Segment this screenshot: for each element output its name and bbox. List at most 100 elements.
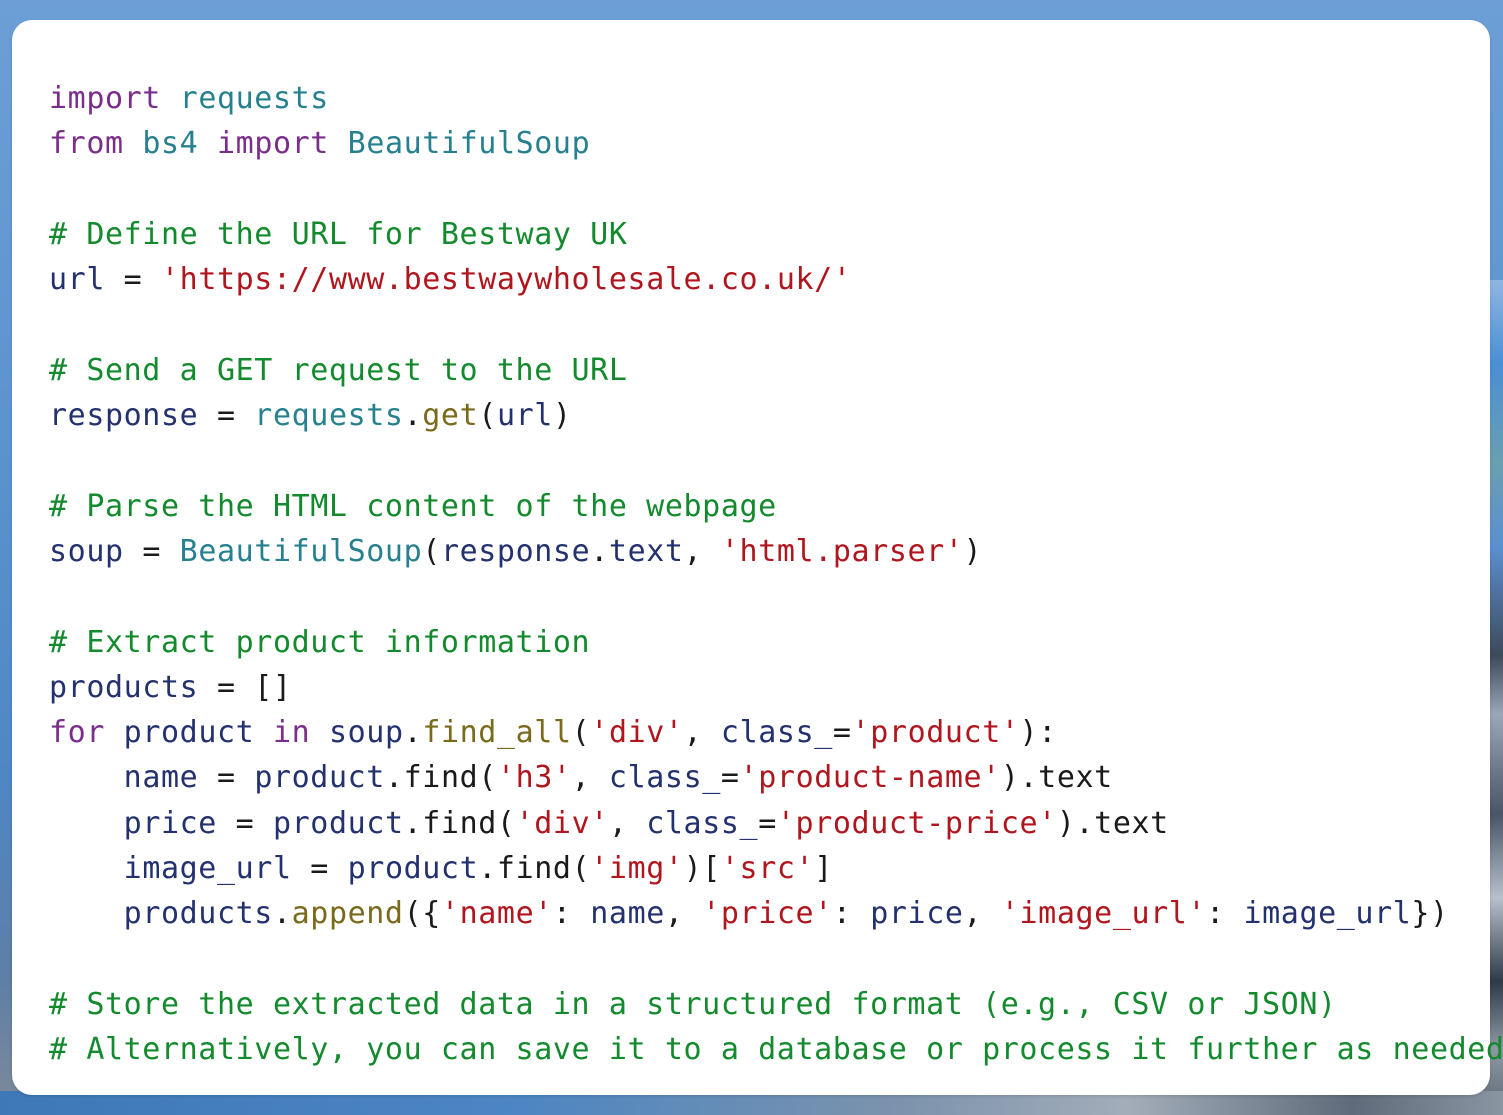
- code-snippet-card: import requests from bs4 import Beautiful…: [12, 20, 1503, 1095]
- code-token-string-literal: 'src': [720, 851, 815, 887]
- code-token-module-name: requests: [254, 398, 404, 434]
- code-token-keyword: from: [49, 126, 124, 162]
- code-line: for product in soup.find_all('div', clas…: [49, 710, 1503, 755]
- code-line: from bs4 import BeautifulSoup: [49, 121, 1503, 166]
- code-token-punctuation: .: [403, 398, 423, 434]
- code-line: # Parse the HTML content of the webpage: [49, 484, 1503, 529]
- code-line: price = product.find('div', class_='prod…: [49, 801, 1503, 846]
- code-token-identifier: class_: [720, 715, 833, 751]
- code-token-string-literal: 'https://www.bestwaywholesale.co.uk/': [161, 262, 852, 298]
- code-token-punctuation: ({: [403, 896, 441, 932]
- code-token-punctuation: :: [552, 896, 591, 932]
- code-token-identifier: soup: [328, 715, 404, 751]
- code-line: # Extract product information: [49, 620, 1503, 665]
- code-token-punctuation: =: [758, 805, 777, 841]
- code-token-string-literal: 'div': [590, 715, 684, 751]
- code-line: import requests: [49, 76, 1503, 121]
- code-token-punctuation: [198, 126, 217, 161]
- code-token-punctuation: ,: [608, 805, 647, 841]
- code-token-punctuation: [49, 851, 124, 886]
- code-token-identifier: class_: [608, 760, 721, 796]
- code-line: response = requests.get(url): [49, 393, 1503, 438]
- code-token-comment: # Extract product information: [49, 624, 591, 660]
- code-token-keyword: import: [49, 81, 161, 116]
- code-token-identifier: products: [49, 669, 199, 705]
- code-line: # Define the URL for Bestway UK: [49, 212, 1503, 257]
- code-token-punctuation: ]: [814, 851, 833, 887]
- code-token-identifier: url: [496, 398, 553, 434]
- code-token-punctuation: ):: [1019, 715, 1057, 751]
- code-token-punctuation: ,: [664, 896, 703, 932]
- code-token-identifier: name: [123, 760, 199, 796]
- code-token-string-literal: 'img': [590, 851, 684, 887]
- code-token-identifier: class_: [646, 805, 759, 841]
- code-line: soup = BeautifulSoup(response.text, 'htm…: [49, 529, 1503, 574]
- code-line: # Alternatively, you can save it to a da…: [49, 1027, 1503, 1072]
- code-token-punctuation: ): [552, 398, 572, 434]
- code-token-module-name: bs4: [142, 126, 199, 162]
- code-token-punctuation: :: [832, 896, 871, 932]
- code-token-punctuation: .: [590, 533, 609, 569]
- code-token-module-name: BeautifulSoup: [179, 533, 423, 569]
- code-token-punctuation: .find(: [403, 805, 516, 841]
- code-token-punctuation: ,: [571, 760, 609, 796]
- code-token-comment: # Define the URL for Bestway UK: [49, 216, 628, 252]
- code-token-string-literal: 'name': [440, 896, 553, 932]
- code-token-punctuation: [161, 81, 180, 116]
- code-token-comment: # Send a GET request to the URL: [49, 352, 628, 388]
- code-token-identifier: price: [870, 896, 964, 932]
- code-token-module-name: requests: [179, 81, 329, 116]
- code-token-punctuation: ,: [963, 896, 1001, 932]
- code-token-punctuation: [49, 896, 124, 931]
- code-token-punctuation: [105, 715, 124, 750]
- code-token-string-literal: 'image_url': [1000, 896, 1207, 932]
- code-token-punctuation: =: [105, 262, 161, 298]
- code-token-punctuation: =: [198, 760, 255, 796]
- code-token-string-literal: 'div': [515, 805, 609, 841]
- code-line: products.append({'name': name, 'price': …: [49, 891, 1503, 936]
- code-token-string-literal: 'product-name': [739, 760, 1001, 796]
- code-token-punctuation: (: [571, 715, 591, 751]
- code-line: name = product.find('h3', class_='produc…: [49, 755, 1503, 800]
- code-line: products = []: [49, 665, 1503, 710]
- code-token-punctuation: [310, 715, 329, 750]
- code-token-punctuation: [124, 126, 143, 161]
- code-token-function-name: find_all: [422, 715, 572, 751]
- code-token-punctuation: .: [272, 896, 292, 932]
- code-token-identifier: product: [254, 760, 385, 796]
- code-token-comment: # Alternatively, you can save it to a da…: [49, 1032, 1503, 1068]
- code-token-module-name: BeautifulSoup: [347, 126, 591, 162]
- code-token-punctuation: =: [123, 533, 180, 569]
- code-token-identifier: product: [123, 715, 255, 751]
- code-token-identifier: name: [590, 896, 665, 932]
- code-token-string-literal: 'product-price': [776, 805, 1057, 841]
- code-token-keyword: for: [49, 715, 105, 751]
- code-token-punctuation: :: [1206, 896, 1244, 932]
- code-token-comment: # Parse the HTML content of the webpage: [49, 488, 777, 524]
- code-token-identifier: response: [440, 533, 591, 569]
- code-token-punctuation: [49, 806, 124, 841]
- code-token-punctuation: .: [403, 715, 423, 751]
- code-token-punctuation: )[: [683, 851, 721, 887]
- code-token-identifier: image_url: [1243, 896, 1412, 932]
- code-token-punctuation: (: [478, 398, 497, 434]
- code-token-string-literal: 'h3': [496, 760, 572, 796]
- code-token-keyword: in: [272, 715, 311, 751]
- code-token-punctuation: =: [720, 760, 740, 796]
- code-token-punctuation: }): [1411, 896, 1449, 932]
- code-token-punctuation: (: [422, 533, 441, 569]
- code-block[interactable]: import requests from bs4 import Beautiful…: [49, 76, 1503, 1073]
- code-token-punctuation: =: [198, 398, 255, 434]
- code-token-punctuation: .find(: [478, 851, 591, 887]
- code-token-punctuation: .find(: [384, 760, 497, 796]
- code-token-identifier: soup: [49, 533, 124, 569]
- code-token-punctuation: =: [832, 715, 852, 751]
- code-token-punctuation: [329, 126, 348, 161]
- code-token-punctuation: ,: [683, 715, 721, 751]
- code-token-punctuation: =: [291, 851, 348, 887]
- code-token-identifier: response: [49, 398, 199, 434]
- code-token-string-literal: 'product': [851, 715, 1020, 751]
